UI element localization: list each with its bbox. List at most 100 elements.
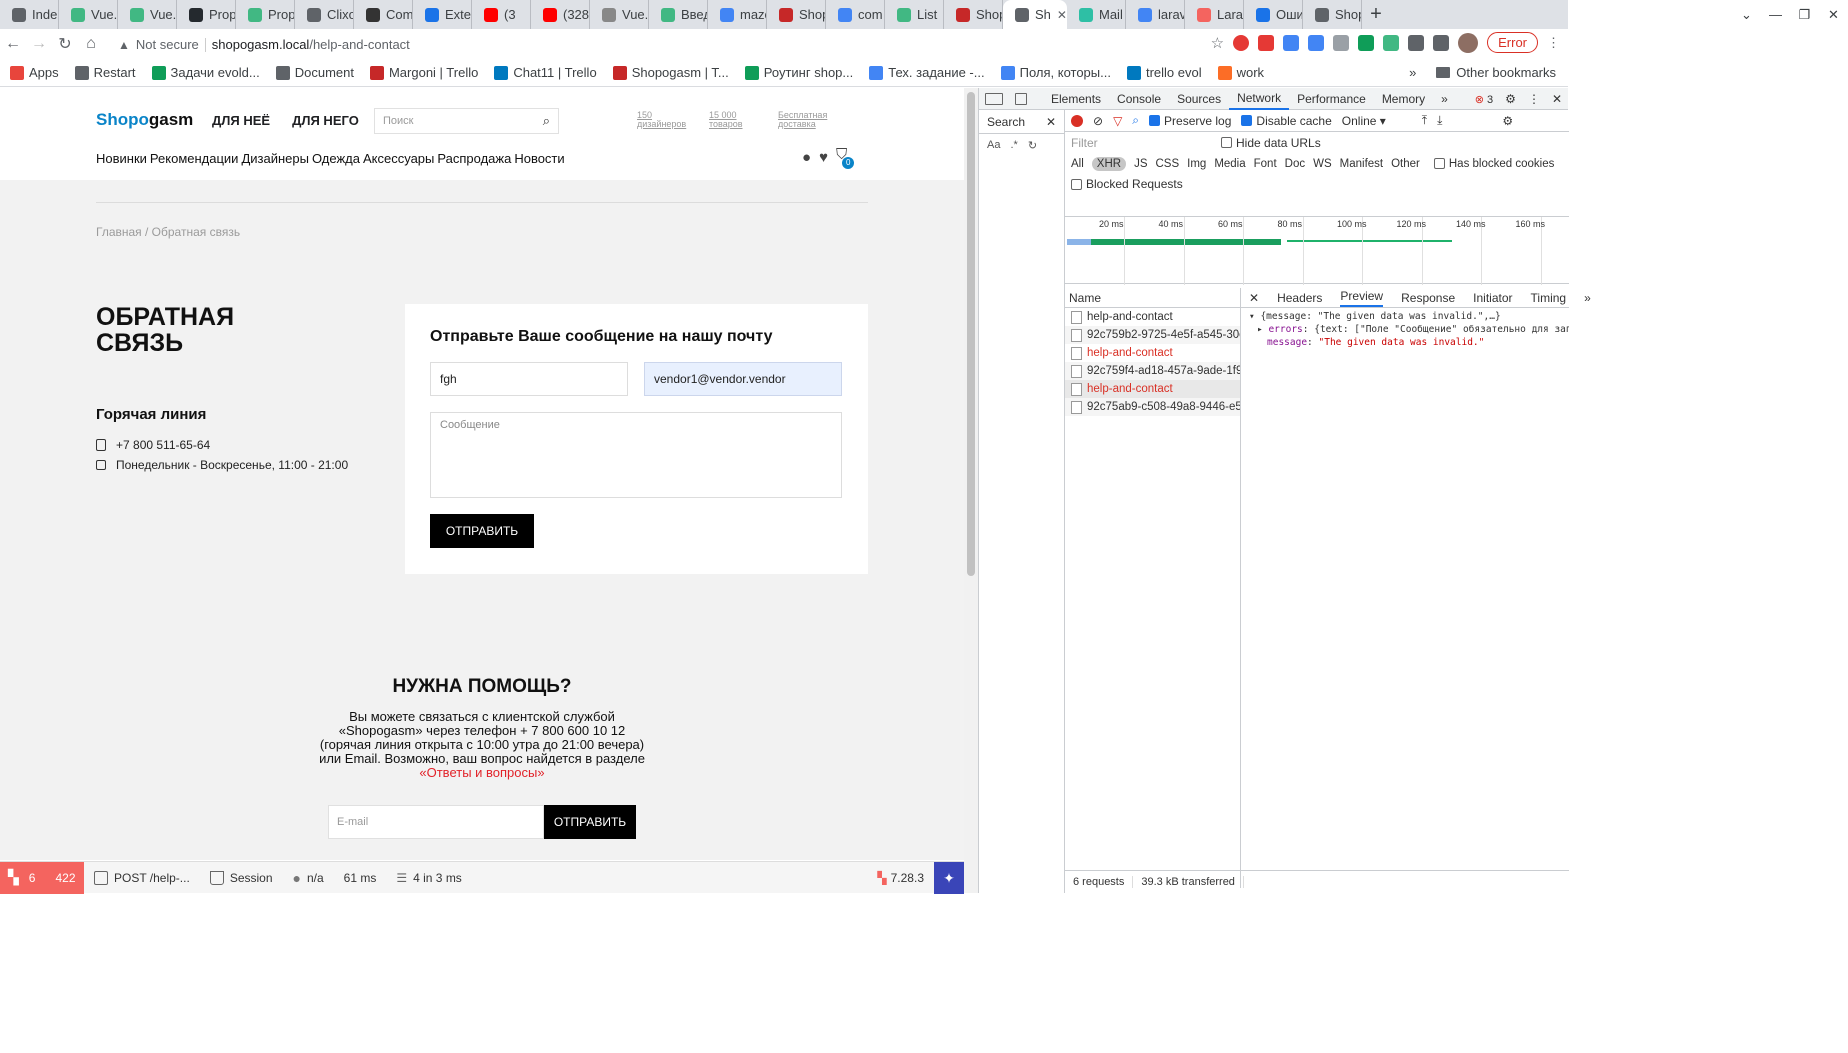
shield-icon[interactable] (1333, 34, 1350, 51)
cart-icon[interactable]: ⛉0 (836, 146, 855, 169)
browser-tab[interactable]: mazc (708, 0, 767, 29)
stat-products[interactable]: 15 000 товаров (709, 111, 759, 129)
browser-tab[interactable]: Shop (944, 0, 1003, 29)
avatar[interactable] (1458, 32, 1479, 53)
forward-button[interactable]: → (26, 35, 52, 53)
star-icon[interactable]: ☆ (1211, 34, 1224, 52)
disable-cache-checkbox[interactable]: Disable cache (1241, 114, 1332, 128)
filter-icon[interactable]: ▽ (1113, 114, 1122, 128)
detail-tab[interactable]: Headers (1277, 291, 1322, 305)
debugbar-request[interactable]: POST /help-... (84, 862, 200, 894)
nav-for-him[interactable]: ДЛЯ НЕГО (292, 113, 359, 128)
minimize-button[interactable]: — (1761, 0, 1790, 29)
gear-icon[interactable]: ⚙ (1502, 114, 1513, 128)
devtools-tab[interactable]: Sources (1169, 88, 1229, 110)
chevron-right-icon[interactable]: » (1584, 291, 1591, 305)
type-filter[interactable]: Media (1214, 158, 1245, 170)
devtools-tab[interactable]: Network (1229, 88, 1290, 110)
device-toolbar-icon[interactable] (1015, 92, 1027, 105)
devtools-tab[interactable]: Console (1109, 88, 1169, 110)
name-field[interactable]: fgh (430, 362, 628, 396)
category-link[interactable]: Рекомендации (150, 151, 239, 166)
record-button[interactable] (1071, 114, 1083, 127)
refresh-icon[interactable]: ↻ (1028, 139, 1037, 152)
close-icon[interactable]: ✕ (1249, 291, 1259, 305)
bookmark-item[interactable]: Chat11 | Trello (494, 65, 597, 80)
browser-tab[interactable]: Введ (649, 0, 708, 29)
match-case-icon[interactable]: Aa (987, 139, 1000, 151)
translate-icon[interactable] (1308, 34, 1325, 51)
message-field[interactable]: Сообщение (430, 412, 842, 498)
close-icon[interactable]: ✕ (1552, 92, 1562, 106)
restore-button[interactable]: ❐ (1790, 0, 1819, 29)
inspect-icon[interactable] (985, 92, 1003, 105)
reading-list-icon[interactable] (1433, 34, 1450, 51)
heart-icon[interactable]: ♥ (819, 149, 828, 166)
type-filter[interactable]: Manifest (1340, 158, 1383, 170)
reload-button[interactable]: ↻ (52, 34, 78, 54)
extension-icon[interactable] (1258, 34, 1275, 51)
bookmark-item[interactable]: Document (275, 65, 354, 80)
request-row[interactable]: 92c75ab9-c508-49a8-9446-e55... (1065, 398, 1240, 416)
bookmark-item[interactable]: trello evol (1126, 65, 1202, 80)
gear-icon[interactable]: ⚙ (1505, 92, 1516, 106)
debugbar-user[interactable]: ● n/a (283, 862, 334, 894)
request-row[interactable]: help-and-contact (1065, 308, 1240, 326)
dropdown-icon[interactable]: ⌄ (1732, 0, 1761, 29)
omnibox[interactable]: ▲ Not secure shopogasm.local/help-and-co… (118, 32, 1218, 57)
name-column-header[interactable]: Name (1065, 288, 1241, 308)
close-icon[interactable]: ✕ (1057, 8, 1067, 22)
browser-tab[interactable]: Vue. (59, 0, 118, 29)
close-icon[interactable]: ✕ (1046, 115, 1056, 129)
kebab-icon[interactable]: ⋮ (1528, 92, 1540, 106)
page-scrollbar[interactable] (964, 88, 978, 893)
has-blocked-cookies-checkbox[interactable]: Has blocked cookies (1433, 158, 1554, 170)
extension-icon[interactable] (1283, 34, 1300, 51)
bookmark-item[interactable]: Поля, которы... (1000, 65, 1111, 80)
browser-tab[interactable]: Lara (1185, 0, 1244, 29)
preview-errors[interactable]: ▸ errors: {text: ["Поле "Сообщение" обяз… (1249, 323, 1569, 336)
category-link[interactable]: Новинки (96, 151, 147, 166)
regex-icon[interactable]: .* (1010, 139, 1017, 151)
type-filter[interactable]: XHR (1091, 156, 1127, 171)
detail-tab[interactable]: Response (1401, 291, 1455, 305)
browser-tab[interactable]: Com (354, 0, 413, 29)
back-button[interactable]: ← (0, 35, 26, 53)
browser-tab[interactable]: Clixo (295, 0, 354, 29)
type-filter[interactable]: WS (1313, 158, 1332, 170)
search-icon[interactable]: ⌕ (543, 113, 550, 129)
type-filter[interactable]: Img (1187, 158, 1206, 170)
request-row[interactable]: help-and-contact (1065, 344, 1240, 362)
filter-input[interactable]: Filter (1071, 136, 1211, 150)
devtools-tab[interactable]: Memory (1374, 88, 1433, 110)
bookmark-item[interactable]: Тех. задание -... (869, 65, 985, 80)
category-link[interactable]: Распродажа (437, 151, 511, 166)
category-link[interactable]: Одежда (312, 151, 360, 166)
breadcrumb[interactable]: Главная / Обратная связь (96, 225, 240, 239)
vue-devtools-icon[interactable] (1383, 34, 1400, 51)
debugbar-session[interactable]: Session (200, 862, 283, 894)
search-icon[interactable]: ⌕ (1132, 113, 1139, 128)
bookmark-item[interactable]: work (1217, 65, 1264, 80)
bookmark-item[interactable]: Restart (74, 65, 136, 80)
nav-for-her[interactable]: ДЛЯ НЕЁ (212, 113, 270, 128)
browser-tab[interactable]: Оши (1244, 0, 1303, 29)
category-link[interactable]: Новости (514, 151, 564, 166)
bookmark-item[interactable]: Роутинг shop... (744, 65, 853, 80)
browser-tab[interactable]: Shop (1303, 0, 1362, 29)
error-button[interactable]: Error (1487, 32, 1538, 53)
devtools-tab[interactable]: Elements (1043, 88, 1109, 110)
detail-tab[interactable]: Initiator (1473, 291, 1512, 305)
site-search-input[interactable]: Поиск ⌕ (374, 108, 559, 134)
debugbar-logo[interactable]: ▚ 6 422 (0, 861, 84, 894)
chevron-right-icon[interactable]: » (1409, 65, 1416, 80)
request-row[interactable]: help-and-contact (1065, 380, 1240, 398)
new-tab-button[interactable]: + (1362, 0, 1390, 29)
browser-tab[interactable]: (328 (531, 0, 590, 29)
preview-root[interactable]: ▾ {message: "The given data was invalid.… (1249, 310, 1569, 323)
site-logo[interactable]: Shopogasm (96, 110, 193, 130)
adblock-icon[interactable] (1233, 34, 1250, 51)
browser-tab[interactable]: Sh ✕ (1003, 0, 1067, 29)
close-window-button[interactable]: ✕ (1819, 0, 1848, 29)
type-filter[interactable]: JS (1134, 158, 1147, 170)
